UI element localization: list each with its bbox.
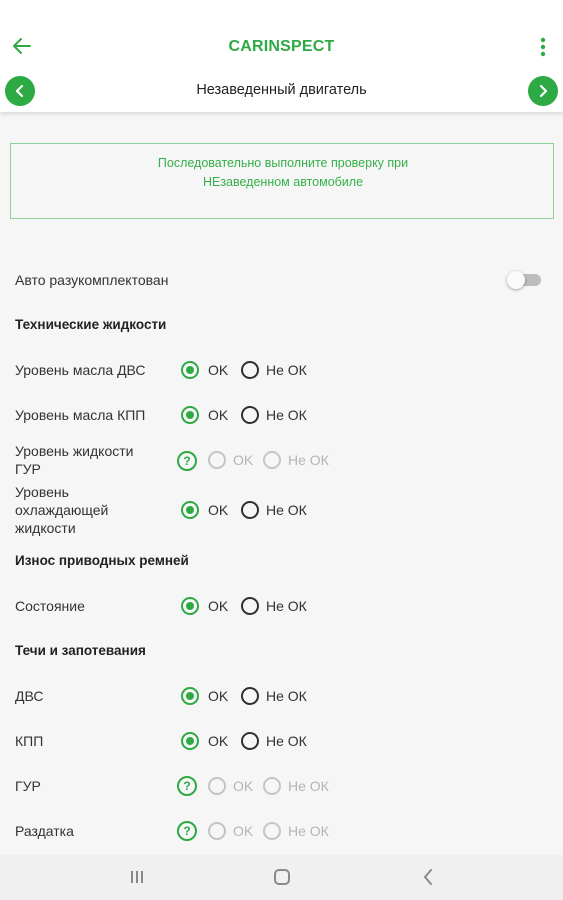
not-ok-option-label: Не ОК — [266, 407, 307, 423]
ok-radio — [208, 777, 226, 795]
not-ok-option-label: Не ОК — [266, 598, 307, 614]
not-ok-radio[interactable] — [241, 361, 259, 379]
not-ok-radio — [263, 822, 281, 840]
row-label: Уровень масла КПП — [15, 407, 146, 423]
instruction-text: Последовательно выполните проверку при Н… — [157, 156, 409, 189]
ok-option-label: OK — [208, 733, 229, 749]
ok-option-label: OK — [208, 362, 229, 378]
row-label: ГУР — [15, 778, 41, 794]
ok-radio[interactable] — [181, 406, 199, 424]
not-ok-option-label: Не ОК — [288, 823, 329, 839]
not-ok-option-label: Не ОК — [266, 688, 307, 704]
instruction-notice: Последовательно выполните проверку при Н… — [10, 143, 554, 219]
not-ok-option-label: Не ОК — [266, 362, 307, 378]
not-ok-option-label: Не ОК — [266, 733, 307, 749]
ok-radio — [208, 451, 226, 469]
ok-option-label: OK — [208, 502, 229, 518]
question-mark-icon[interactable]: ? — [177, 821, 197, 841]
not-ok-radio[interactable] — [241, 406, 259, 424]
page-title: Незаведенный двигатель — [196, 82, 367, 98]
not-ok-radio[interactable] — [241, 597, 259, 615]
not-ok-option-label: Не ОК — [288, 452, 329, 468]
ok-radio[interactable] — [181, 501, 199, 519]
not-ok-radio — [263, 451, 281, 469]
home-icon[interactable] — [274, 869, 290, 885]
not-ok-option-label: Не ОК — [288, 778, 329, 794]
not-ok-option-label: Не ОК — [266, 502, 307, 518]
chevron-right-icon — [539, 84, 548, 98]
ok-radio[interactable] — [181, 687, 199, 705]
ok-radio[interactable] — [181, 597, 199, 615]
ok-option-label: OK — [208, 407, 229, 423]
ok-option-label: OK — [208, 688, 229, 704]
section-title-leaks: Течи и запотевания — [15, 643, 146, 658]
row-label: ДВС — [15, 688, 44, 704]
ok-radio[interactable] — [181, 732, 199, 750]
section-title-fluids: Технические жидкости — [15, 317, 167, 332]
more-vertical-icon[interactable] — [535, 36, 551, 58]
question-mark-icon[interactable]: ? — [177, 451, 197, 471]
not-ok-radio[interactable] — [241, 732, 259, 750]
ok-option-label: OK — [233, 823, 254, 839]
row-label: Раздатка — [15, 823, 74, 839]
app-logo: CARINSPECT — [228, 38, 335, 55]
disassembled-toggle[interactable] — [507, 271, 541, 289]
row-label: Состояние — [15, 598, 85, 614]
not-ok-radio[interactable] — [241, 687, 259, 705]
recents-icon[interactable] — [129, 870, 145, 884]
question-mark-icon[interactable]: ? — [177, 776, 197, 796]
ok-option-label: OK — [208, 598, 229, 614]
row-label: Уровень охлаждающей жидкости — [15, 484, 109, 536]
system-back-icon[interactable] — [421, 868, 435, 886]
ok-radio — [208, 822, 226, 840]
row-label: Уровень жидкости ГУР — [15, 443, 134, 477]
disassembled-switch-label: Авто разукомплектован — [15, 272, 169, 288]
row-label: КПП — [15, 733, 44, 749]
ok-radio[interactable] — [181, 361, 199, 379]
toggle-thumb — [507, 271, 525, 289]
not-ok-radio — [263, 777, 281, 795]
section-title-belts: Износ приводных ремней — [15, 553, 189, 568]
app-bar: CARINSPECT Незаведенный двигатель — [0, 0, 563, 112]
system-nav-bar — [0, 855, 563, 900]
ok-option-label: OK — [233, 452, 254, 468]
row-label: Уровень масла ДВС — [15, 362, 146, 378]
not-ok-radio[interactable] — [241, 501, 259, 519]
ok-option-label: OK — [233, 778, 254, 794]
next-section-button[interactable] — [528, 76, 558, 106]
